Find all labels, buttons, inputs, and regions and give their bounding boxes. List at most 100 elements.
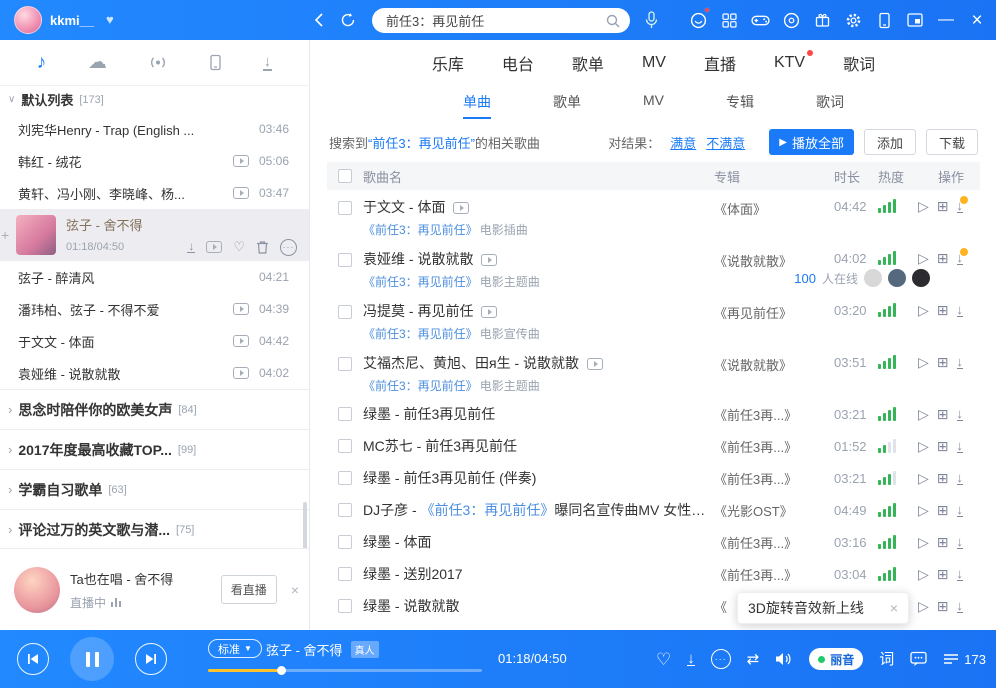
username[interactable]: kkmi__	[50, 13, 94, 28]
pause-button[interactable]	[70, 637, 114, 681]
listener-avatar[interactable]	[960, 269, 978, 287]
download-button[interactable]: ↓	[957, 252, 964, 265]
song-title[interactable]: 绿墨 - 前任3再见前任	[363, 406, 495, 423]
table-row[interactable]: 绿墨 - 送别2017 《前任3再...》 03:04 ▷ ⊞ ↓	[327, 558, 980, 590]
play-button[interactable]: ▷	[918, 407, 929, 421]
movie-link[interactable]: 《前任3：再见前任》	[421, 502, 555, 518]
listener-avatar[interactable]	[912, 269, 930, 287]
album-link[interactable]: 《光影OST》	[714, 501, 834, 520]
song-title[interactable]: 袁娅维 - 说散就散	[363, 251, 473, 268]
add-to-playlist-button[interactable]: ⊞	[937, 471, 949, 485]
search-icon[interactable]	[606, 14, 620, 28]
tab-device-icon[interactable]	[210, 54, 221, 71]
live-show-icon[interactable]	[780, 9, 802, 31]
row-checkbox[interactable]	[338, 201, 352, 215]
song-title[interactable]: 于文文 - 体面	[363, 199, 445, 216]
row-checkbox[interactable]	[338, 305, 352, 319]
row-checkbox[interactable]	[338, 407, 352, 421]
table-row[interactable]: 袁娅维 - 说散就散 《前任3：再见前任》电影主题曲 《说散就散》 04:02 …	[327, 242, 980, 294]
sidebar-song-row[interactable]: 韩红 - 绒花 05:06	[0, 145, 309, 177]
game-icon[interactable]	[749, 9, 771, 31]
volume-icon[interactable]	[775, 652, 793, 666]
sidebar-song-row[interactable]: 弦子 - 醉清风 04:21	[0, 261, 309, 293]
table-row[interactable]: MC苏七 - 前任3再见前任 《前任3再...》 01:52 ▷ ⊞ ↓	[327, 430, 980, 462]
download-icon[interactable]: ↓	[687, 652, 695, 666]
play-button[interactable]: ▷	[918, 567, 929, 581]
table-row[interactable]: 于文文 - 体面 《前任3：再见前任》电影插曲 《体面》 04:42 ▷ ⊞ ↓	[327, 190, 980, 242]
play-all-button[interactable]: ▶播放全部	[769, 129, 854, 155]
tab-songs[interactable]: 单曲	[463, 92, 491, 119]
sidebar-playlist-item[interactable]: › 思念时陪伴你的欧美女声 [84]	[0, 389, 309, 429]
vip-badge-icon[interactable]: ♥	[106, 12, 114, 27]
close-icon[interactable]: ×	[890, 600, 898, 616]
message-icon[interactable]	[687, 9, 709, 31]
table-row[interactable]: 绿墨 - 体面 《前任3再...》 03:16 ▷ ⊞ ↓	[327, 526, 980, 558]
album-link[interactable]: 《再见前任》	[714, 303, 834, 322]
row-checkbox[interactable]	[338, 535, 352, 549]
sidebar-song-row[interactable]: 潘玮柏、弦子 - 不得不爱 04:39	[0, 293, 309, 325]
sidebar-playlist-item[interactable]: › 评论过万的英文歌与潜... [75]	[0, 509, 309, 549]
search-input[interactable]	[386, 13, 606, 28]
song-title[interactable]: 绿墨 - 体面	[363, 534, 431, 551]
song-title[interactable]: 绿墨 - 前任3再见前任 (伴奏)	[363, 470, 536, 487]
song-title[interactable]: 冯提莫 - 再见前任	[363, 303, 473, 320]
download-button[interactable]: ↓	[957, 568, 964, 581]
progress-handle[interactable]	[277, 666, 286, 675]
download-button[interactable]: ↓	[957, 472, 964, 485]
row-checkbox[interactable]	[338, 471, 352, 485]
mv-icon[interactable]	[233, 335, 249, 347]
karaoke-mic-icon[interactable]	[640, 9, 662, 31]
nav-library[interactable]: 乐库	[432, 51, 464, 75]
add-to-playlist-button[interactable]: ⊞	[937, 355, 949, 369]
add-to-playlist-button[interactable]: ⊞	[937, 407, 949, 421]
add-icon[interactable]: +	[1, 227, 9, 243]
heart-icon[interactable]: ♡	[233, 239, 245, 255]
trash-icon[interactable]	[256, 240, 269, 254]
row-checkbox[interactable]	[338, 503, 352, 517]
download-button[interactable]: ↓	[957, 600, 964, 613]
comment-icon[interactable]	[910, 651, 927, 667]
album-link[interactable]: 《说散就散》	[714, 251, 834, 270]
unsatisfied-link[interactable]: 不满意	[706, 133, 745, 152]
tab-playlists[interactable]: 歌单	[553, 92, 581, 119]
mini-player-icon[interactable]	[904, 9, 926, 31]
album-link[interactable]: 《体面》	[714, 199, 834, 218]
mv-icon[interactable]	[481, 254, 497, 266]
song-title[interactable]: MC苏七 - 前任3再见前任	[363, 438, 517, 455]
mv-icon[interactable]	[481, 306, 497, 318]
tab-albums[interactable]: 专辑	[726, 92, 754, 119]
play-queue-button[interactable]: 173	[943, 652, 986, 667]
gift-icon[interactable]	[811, 9, 833, 31]
sidebar-playlist-item[interactable]: › 学霸自习歌单 [63]	[0, 469, 309, 509]
mv-icon[interactable]	[233, 155, 249, 167]
table-row[interactable]: 绿墨 - 前任3再见前任 (伴奏) 《前任3再...》 03:21 ▷ ⊞ ↓	[327, 462, 980, 494]
download-button[interactable]: ↓	[957, 536, 964, 549]
download-button[interactable]: ↓	[957, 304, 964, 317]
play-button[interactable]: ▷	[918, 303, 929, 317]
row-checkbox[interactable]	[338, 567, 352, 581]
play-button[interactable]: ▷	[918, 599, 929, 613]
nav-playlists[interactable]: 歌单	[572, 51, 604, 75]
table-row[interactable]: 绿墨 - 前任3再见前任 《前任3再...》 03:21 ▷ ⊞ ↓	[327, 398, 980, 430]
row-checkbox[interactable]	[338, 439, 352, 453]
sidebar-playlist-item[interactable]: › 2017年度最高收藏TOP... [99]	[0, 429, 309, 469]
sidebar-scrollbar[interactable]	[303, 502, 307, 552]
add-to-playlist-button[interactable]: ⊞	[937, 535, 949, 549]
listener-avatar[interactable]	[864, 269, 882, 287]
select-all-checkbox[interactable]	[338, 169, 352, 183]
song-title[interactable]: 绿墨 - 说散就散	[363, 598, 459, 615]
phone-icon[interactable]	[873, 9, 895, 31]
movie-link[interactable]: 《前任3：再见前任》	[363, 275, 478, 289]
table-row[interactable]: 冯提莫 - 再见前任 《前任3：再见前任》电影宣传曲 《再见前任》 03:20 …	[327, 294, 980, 346]
progress-bar[interactable]	[208, 669, 482, 672]
apps-grid-icon[interactable]	[718, 9, 740, 31]
play-button[interactable]: ▷	[918, 355, 929, 369]
listener-avatar[interactable]	[888, 269, 906, 287]
nav-radio[interactable]: 电台	[502, 51, 534, 75]
sound-effect-toggle[interactable]: 丽音	[809, 648, 863, 670]
settings-gear-icon[interactable]	[842, 9, 864, 31]
play-button[interactable]: ▷	[918, 503, 929, 517]
refresh-icon[interactable]	[340, 12, 356, 33]
play-mode-icon[interactable]: ⇄	[747, 652, 760, 667]
row-checkbox[interactable]	[338, 253, 352, 267]
